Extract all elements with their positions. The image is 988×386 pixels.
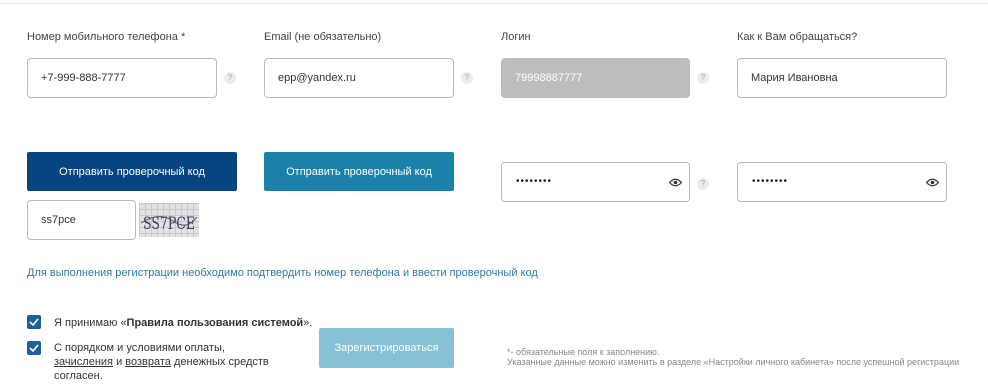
- email-help-icon[interactable]: ?: [461, 72, 473, 84]
- name-input[interactable]: [737, 58, 947, 98]
- rules-link[interactable]: Правила пользования системой: [127, 317, 304, 329]
- register-button[interactable]: Зарегистрироваться: [319, 328, 454, 368]
- email-input[interactable]: [264, 58, 454, 98]
- confirm-password-field[interactable]: ••••••••: [737, 162, 947, 202]
- verification-info: Для выполнения регистрации необходимо по…: [27, 267, 538, 279]
- captcha-image: SS7PCE: [139, 203, 199, 237]
- top-divider: [0, 3, 988, 4]
- rules-agreement: Я принимаю «Правила пользования системой…: [54, 317, 313, 329]
- eye-icon[interactable]: [926, 177, 939, 188]
- password-help-icon[interactable]: ?: [697, 178, 709, 190]
- check-icon: [29, 344, 39, 352]
- refund-link[interactable]: возврата: [125, 356, 171, 368]
- confirm-password-value: ••••••••: [752, 176, 789, 187]
- phone-input[interactable]: [27, 58, 217, 98]
- send-code-primary-button[interactable]: Отправить проверочный код: [27, 152, 237, 191]
- email-label: Email (не обязательно): [264, 31, 382, 43]
- captcha-input[interactable]: [27, 200, 136, 240]
- password-field[interactable]: ••••••••: [501, 162, 690, 202]
- crediting-link[interactable]: зачисления: [54, 356, 113, 368]
- captcha-text: SS7PCE: [143, 214, 195, 234]
- payment-checkbox[interactable]: [27, 341, 41, 355]
- login-label: Логин: [501, 31, 531, 43]
- payment-agreement: С порядком и условиями оплаты, зачислени…: [54, 342, 269, 382]
- required-note: *- обязательные поля к заполнению. Указа…: [507, 347, 960, 367]
- login-help-icon[interactable]: ?: [697, 72, 709, 84]
- phone-label: Номер мобильного телефона *: [27, 31, 186, 43]
- password-value: ••••••••: [516, 176, 553, 187]
- phone-help-icon[interactable]: ?: [224, 72, 236, 84]
- send-code-secondary-button[interactable]: Отправить проверочный код: [264, 152, 454, 191]
- eye-icon[interactable]: [669, 177, 682, 188]
- login-input: [501, 58, 690, 98]
- name-label: Как к Вам обращаться?: [737, 31, 858, 43]
- check-icon: [29, 318, 39, 326]
- rules-checkbox[interactable]: [27, 315, 41, 329]
